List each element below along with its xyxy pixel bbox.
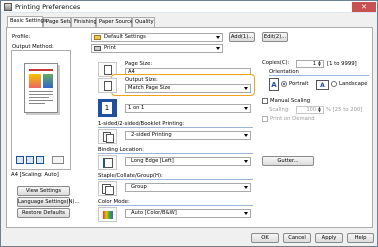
preview-mode-icon[interactable] <box>16 156 24 164</box>
tab-finishing[interactable]: Finishing <box>71 17 97 27</box>
printer-preview-icon <box>52 156 64 164</box>
duplex-value: 2-sided Printing <box>131 132 172 138</box>
profile-value: Default Settings <box>104 34 146 40</box>
portrait-radio[interactable] <box>281 81 287 87</box>
landscape-icon: A <box>316 80 329 90</box>
basic-settings-panel: Profile: Default Settings Add(1)... Edit… <box>6 27 373 228</box>
divider <box>269 75 369 76</box>
page-layout-select[interactable]: 1 on 1 <box>125 104 251 113</box>
chevron-down-icon <box>244 134 248 137</box>
profile-label: Profile: <box>12 34 31 40</box>
staple-select[interactable]: Group <box>125 183 251 192</box>
view-settings-button[interactable]: View Settings <box>17 186 70 196</box>
landscape-label: Landscape <box>339 81 368 87</box>
output-size-select[interactable]: Match Page Size <box>125 84 251 93</box>
portrait-label: Portrait <box>289 81 309 87</box>
portrait-icon: A <box>269 78 279 91</box>
spinner-arrows-icon[interactable]: ▲ ▼ <box>317 60 322 67</box>
printing-preferences-window: Printing Preferences ✕ Basic Settings Pa… <box>0 0 378 247</box>
binding-icon <box>98 155 117 170</box>
binding-value: Long Edge [Left] <box>131 158 174 164</box>
scaling-input[interactable]: 100 ▲ ▼ <box>296 106 324 114</box>
manual-scaling-label: Manual Scaling <box>270 98 311 104</box>
edit-profile-button[interactable]: Edit(2)... <box>262 32 288 42</box>
tab-quality[interactable]: Quality <box>132 17 155 27</box>
page-layout-value: 1 on 1 <box>128 105 145 111</box>
ok-button[interactable]: OK <box>251 233 279 243</box>
chevron-down-icon <box>244 107 248 110</box>
help-button[interactable]: Help <box>347 233 374 243</box>
title-bar: Printing Preferences ✕ <box>1 1 377 13</box>
manual-scaling-checkbox[interactable] <box>262 98 268 104</box>
preview-page <box>24 63 58 113</box>
spinner-arrows-icon[interactable]: ▲ ▼ <box>317 106 322 113</box>
divider <box>98 179 253 180</box>
output-size-value: Match Page Size <box>128 85 171 91</box>
preview-caption: A4 [Scaling: Auto] <box>11 172 59 178</box>
add-profile-button[interactable]: Add(1)... <box>229 32 255 42</box>
divider <box>98 127 253 128</box>
tab-page-setup[interactable]: Page Setup <box>43 17 75 27</box>
color-mode-icon <box>98 207 117 222</box>
chevron-down-icon <box>244 87 248 90</box>
window-title: Printing Preferences <box>15 3 81 11</box>
restore-defaults-button[interactable]: Restore Defaults <box>17 208 70 218</box>
divider <box>98 153 253 154</box>
chevron-down-icon <box>244 212 248 215</box>
scaling-label: Scaling: <box>269 107 290 113</box>
copies-label: Copies(C): <box>262 60 290 66</box>
copies-value: 1 <box>312 61 316 67</box>
copies-range: [1 to 9999] <box>327 61 357 67</box>
page-preview <box>11 50 71 170</box>
output-size-icon <box>98 78 117 93</box>
chevron-down-icon <box>244 160 248 163</box>
staple-icon <box>98 181 117 196</box>
gutter-button[interactable]: Gutter... <box>262 156 314 166</box>
print-icon <box>94 46 101 51</box>
printer-icon <box>4 3 12 11</box>
copies-input[interactable]: 1 ▲ ▼ <box>296 60 324 68</box>
print-on-demand-label: Print on Demand <box>270 116 315 122</box>
scaling-range: % [25 to 200] <box>326 107 363 113</box>
preview-mode-icon[interactable] <box>36 156 44 164</box>
output-size-label: Output Size: <box>125 77 158 83</box>
landscape-radio[interactable] <box>331 81 337 87</box>
output-method-select[interactable]: Print <box>91 44 223 53</box>
duplex-icon <box>98 129 117 144</box>
staple-value: Group <box>131 184 147 190</box>
binding-select[interactable]: Long Edge [Left] <box>125 157 251 166</box>
tab-paper-source[interactable]: Paper Source <box>96 17 133 27</box>
tab-basic-settings[interactable]: Basic Settings <box>7 16 47 27</box>
cancel-button[interactable]: Cancel <box>283 233 311 243</box>
color-mode-value: Auto [Color/B&W] <box>131 210 177 216</box>
apply-button[interactable]: Apply <box>315 233 343 243</box>
profile-select[interactable]: Default Settings <box>91 33 223 42</box>
close-button[interactable]: ✕ <box>352 2 376 12</box>
chevron-down-icon <box>216 36 220 39</box>
print-on-demand-checkbox[interactable] <box>262 116 268 122</box>
divider <box>98 205 253 206</box>
chevron-down-icon <box>244 186 248 189</box>
duplex-select[interactable]: 2-sided Printing <box>125 131 251 140</box>
preview-mode-icon[interactable] <box>26 156 34 164</box>
scaling-value: 100 <box>306 107 316 113</box>
page-layout-icon: 1 <box>98 99 117 117</box>
language-settings-button[interactable]: Language Settings(N)... <box>17 197 79 207</box>
profile-icon <box>94 35 101 40</box>
page-size-label: Page Size: <box>125 61 153 67</box>
color-mode-select[interactable]: Auto [Color/B&W] <box>125 209 251 218</box>
chevron-down-icon <box>216 47 220 50</box>
